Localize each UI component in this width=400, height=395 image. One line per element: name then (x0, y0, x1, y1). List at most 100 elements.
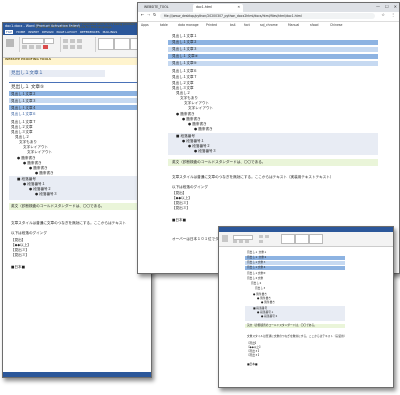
browser-tab-active[interactable]: doc1.html ✕ (193, 4, 243, 12)
heading-band (168, 47, 378, 52)
body-end: ■日本■ (247, 362, 258, 366)
message-text: This document contains text in Japanese … (35, 22, 142, 30)
font-color-icon[interactable] (43, 45, 48, 49)
doc-line: 見出し１ 文章２ (247, 255, 267, 259)
numbered-item: ● 段落番号２ (188, 144, 211, 148)
bold-icon[interactable] (22, 45, 27, 49)
page-line: 見出し１文章１ (172, 34, 198, 38)
style-heading2[interactable] (309, 234, 323, 244)
tab-references[interactable]: REFERENCES (80, 30, 100, 34)
heading-band (168, 40, 378, 45)
word-window: doc1.docx - Word (Product Activation Fai… (2, 22, 152, 378)
doc-line: 文字レイアウト (23, 145, 49, 149)
italic-icon[interactable] (29, 45, 34, 49)
bullet-item: ● 箇条書き (194, 127, 213, 131)
url-field[interactable]: file:///www_desktop/python/20200307_pyth… (160, 13, 375, 19)
word-window-small: 見出し１ 文章１ 見出し１ 文章２ 見出し１文章３ 見出し１文章４ 見出し１文章… (218, 226, 394, 388)
body-text: 以下は段落のグイング (172, 185, 208, 189)
bookmark-item[interactable]: bs4 (230, 23, 236, 27)
style-heading1[interactable] (114, 38, 130, 50)
tab-title: WEBSITE_TOOL (144, 5, 169, 9)
align-left-icon[interactable] (63, 45, 68, 49)
numbering-icon[interactable] (70, 39, 75, 43)
bold-icon[interactable] (233, 240, 237, 243)
italic-icon[interactable] (239, 240, 243, 243)
tab-mailings[interactable]: MAILINGS (103, 30, 118, 34)
list-item: 【見出３】 (11, 248, 29, 252)
url-text: file:///www_desktop/python/20200307_pyth… (164, 14, 302, 18)
tab-insert[interactable]: INSERT (28, 30, 39, 34)
doc-line: 見出し３文章 (11, 130, 33, 134)
heading-rule (9, 82, 139, 83)
bookmark-item[interactable]: sfood (310, 23, 318, 27)
page-line: 見出し１文章２ (172, 40, 198, 44)
doc-line: 文字レイアウト (27, 150, 53, 154)
bookmark-item[interactable]: table (160, 23, 168, 27)
bullets-icon[interactable] (259, 235, 263, 238)
doc-line: 見出し１文章３ (247, 260, 266, 264)
doc-line: 文字もあり (19, 140, 37, 144)
bookmark-item[interactable]: Apps (141, 23, 149, 27)
close-icon[interactable]: ✕ (394, 4, 397, 9)
back-icon[interactable]: ← (141, 12, 144, 17)
tab-design[interactable]: DESIGN (42, 30, 54, 34)
message-label: WEBSITE PROOFING TOOLS (5, 57, 52, 61)
bookmark-item[interactable]: fact (244, 23, 250, 27)
word-document-page-small[interactable]: 見出し１ 文章１ 見出し１ 文章２ 見出し１文章３ 見出し１文章４ 見出し１文章… (219, 247, 393, 387)
star-icon[interactable]: ☆ (381, 12, 385, 17)
multilevel-list-icon[interactable] (77, 39, 82, 43)
bookmark-item[interactable]: Manual (288, 23, 299, 27)
heading-band (168, 54, 378, 59)
browser-tab[interactable]: WEBSITE_TOOL (141, 4, 191, 12)
bookmark-item[interactable]: Printed (206, 23, 217, 27)
menu-icon[interactable]: ⋮ (391, 12, 395, 17)
list-item: 【見出３】 (172, 201, 190, 205)
word-document-page[interactable]: 見出し１文章１ 見出し１ 文章⑤ 見出し１文章２ 見出し１文章３ 見出し１文章４… (3, 65, 151, 377)
body-end: ■日本■ (172, 218, 186, 222)
tab-home[interactable]: HOME (16, 30, 25, 34)
font-size-select[interactable] (44, 38, 54, 44)
note-text: 英文（診断検査のコールドスタンダードは、〇〇である。 (172, 160, 266, 164)
style-heading1[interactable] (295, 234, 309, 244)
reload-icon[interactable]: ↻ (153, 12, 156, 17)
forward-icon[interactable]: → (147, 12, 150, 17)
doc-line: 見出し２文章 (11, 125, 33, 129)
underline-icon[interactable] (245, 240, 249, 243)
doc-line: 見出し２ (251, 281, 262, 285)
maximize-icon[interactable]: ☐ (385, 4, 389, 9)
paste-icon[interactable] (6, 39, 14, 47)
style-normal[interactable] (281, 234, 295, 244)
bookmark-item[interactable]: Chinese (330, 23, 342, 27)
minimize-icon[interactable]: — (376, 4, 380, 9)
tab-page-layout[interactable]: PAGE LAYOUT (57, 30, 77, 34)
bullets-icon[interactable] (63, 39, 68, 43)
numbered-item: ● 段落番号１ (23, 182, 46, 186)
bookmark-item[interactable]: data manage (178, 23, 199, 27)
bullet-item: ● 箇条書き (176, 112, 195, 116)
list-item: 【見出】 (172, 191, 187, 195)
doc-line: 見出し３ (255, 286, 266, 290)
browser-tabstrip: WEBSITE_TOOL doc1.html ✕ — ☐ ✕ (138, 3, 399, 12)
bookmark-item[interactable]: sql_chrome (260, 23, 278, 27)
numbering-icon[interactable] (265, 235, 269, 238)
align-left-icon[interactable] (259, 240, 263, 243)
tab-title: doc1.html (196, 5, 213, 9)
body-text: 文章スタイルは普通に文章のつなぎを無効にする。ここからはテキスト (11, 221, 126, 225)
tab-file[interactable]: FILE (5, 30, 14, 34)
heading-band (168, 61, 378, 66)
style-normal[interactable] (98, 38, 114, 50)
list-item: 【見出】 (11, 238, 26, 242)
body-end: ■日本■ (11, 265, 25, 269)
font-name-select[interactable] (22, 38, 44, 44)
address-bar-row: ← → ↻ file:///www_desktop/python/2020030… (138, 12, 399, 22)
align-center-icon[interactable] (70, 45, 75, 49)
bullet-item: ● 箇条書き (261, 300, 275, 304)
paste-icon[interactable] (222, 235, 228, 242)
bullet-item: ● 箇条書き (23, 161, 42, 165)
body-text: 文章スタイルは普通に文章のつなぎを無効にする。ここからはテキスト（実装用） (247, 334, 347, 338)
page-line: 見出し１文章７ (172, 75, 198, 79)
align-right-icon[interactable] (77, 45, 82, 49)
list-item: 【◆◆以上】 (172, 196, 192, 200)
close-tab-icon[interactable]: ✕ (237, 5, 240, 9)
underline-icon[interactable] (36, 45, 41, 49)
